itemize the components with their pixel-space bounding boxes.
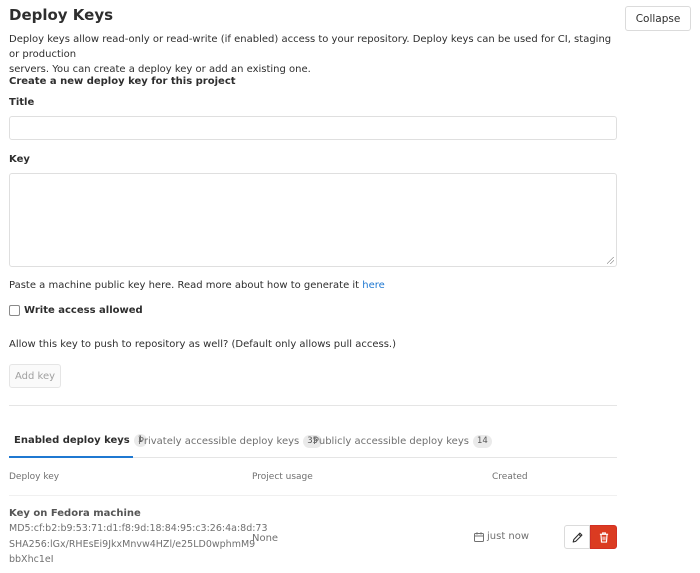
section-divider [9,405,617,406]
page-title: Deploy Keys [9,6,114,24]
key-help-label: Paste a machine public key here. Read mo… [9,280,363,291]
pencil-icon [572,532,582,543]
write-access-label[interactable]: Write access allowed [24,305,143,316]
description-line-2: servers. You can create a deploy key or … [9,64,311,75]
write-access-help: Allow this key to push to repository as … [9,339,396,350]
column-header-created: Created [492,472,528,482]
deploy-key-tabs: Enabled deploy keys 1 Privately accessib… [9,426,617,458]
key-textarea[interactable] [9,173,617,267]
fingerprint-sha256: SHA256:lGx/RHEsEi9JkxMnvw4HZl/e25LD0wphm… [9,539,256,550]
edit-deploy-key-button[interactable] [564,525,590,549]
deploy-key-title: Key on Fedora machine [9,508,141,519]
calendar-icon [474,531,484,542]
column-header-project-usage: Project usage [252,472,313,482]
section-description: Deploy keys allow read-only or read-writ… [9,32,621,77]
collapse-button[interactable]: Collapse [625,6,691,31]
add-key-button[interactable]: Add key [9,364,61,388]
form-heading: Create a new deploy key for this project [9,76,236,87]
fingerprint-md5: MD5:cf:b2:b9:53:71:d1:f8:9d:18:84:95:c3:… [9,523,268,534]
table-header: Deploy key Project usage Created [9,472,617,486]
write-access-checkbox[interactable] [9,305,20,316]
description-line-1: Deploy keys allow read-only or read-writ… [9,34,612,60]
project-usage-value: None [252,533,279,544]
trash-icon [599,531,608,543]
key-help-text: Paste a machine public key here. Read mo… [9,280,385,291]
tab-label: Enabled deploy keys [14,435,130,446]
table-header-divider [9,495,617,496]
created-date: just now [474,531,529,542]
tab-privately-accessible-deploy-keys[interactable]: Privately accessible deploy keys 35 [138,426,323,457]
title-input[interactable] [9,116,617,140]
created-value: just now [487,531,530,542]
resize-grip-icon[interactable] [607,257,614,264]
write-access-option[interactable]: Write access allowed [9,305,143,316]
tab-publicly-accessible-deploy-keys[interactable]: Publicly accessible deploy keys 14 [313,426,492,457]
title-label: Title [9,97,35,108]
generate-key-help-link[interactable]: here [362,280,385,291]
table-row: Key on Fedora machine MD5:cf:b2:b9:53:71… [9,505,619,573]
fingerprint-sha256-continued: bbXhc1eI [9,554,54,565]
column-header-deploy-key: Deploy key [9,472,60,482]
key-label: Key [9,154,30,165]
tab-label: Publicly accessible deploy keys [313,436,469,447]
count-badge: 14 [472,435,492,448]
remove-deploy-key-button[interactable] [590,525,617,549]
tab-enabled-deploy-keys[interactable]: Enabled deploy keys 1 [9,426,148,458]
tab-label: Privately accessible deploy keys [138,436,300,447]
